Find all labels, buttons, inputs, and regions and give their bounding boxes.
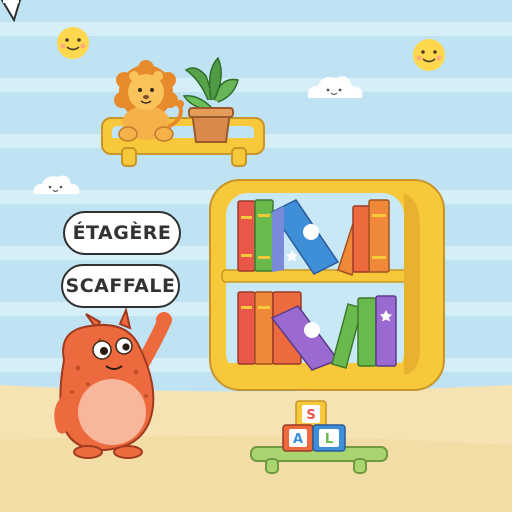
book-icon: [237, 200, 256, 272]
sun-icon: [57, 27, 89, 59]
french-word: ÉTAGÈRE: [72, 222, 172, 244]
italian-word: SCAFFALE: [65, 275, 176, 297]
letter-block-icon: S: [295, 400, 327, 428]
book-icon: [237, 291, 256, 365]
illustration-scene: S A L ÉTAGÈRE SCAFFALE: [0, 0, 512, 512]
background: S A L: [0, 0, 512, 512]
book-icon: [375, 295, 397, 367]
book-icon: [254, 199, 274, 272]
block-letter-a: A: [293, 432, 303, 447]
speech-bubble-french: ÉTAGÈRE: [63, 211, 181, 255]
book-icon: [254, 291, 274, 365]
book-icon: [368, 199, 390, 273]
sun-icon: [413, 39, 445, 71]
letter-block-icon: L: [312, 424, 346, 452]
block-letter-s: S: [306, 408, 315, 423]
speech-bubble-italian: SCAFFALE: [61, 264, 180, 308]
block-letter-l: L: [325, 432, 333, 447]
book-icon: [357, 297, 377, 367]
speech-bubble-tail: [0, 0, 22, 22]
letter-block-icon: A: [282, 424, 314, 452]
